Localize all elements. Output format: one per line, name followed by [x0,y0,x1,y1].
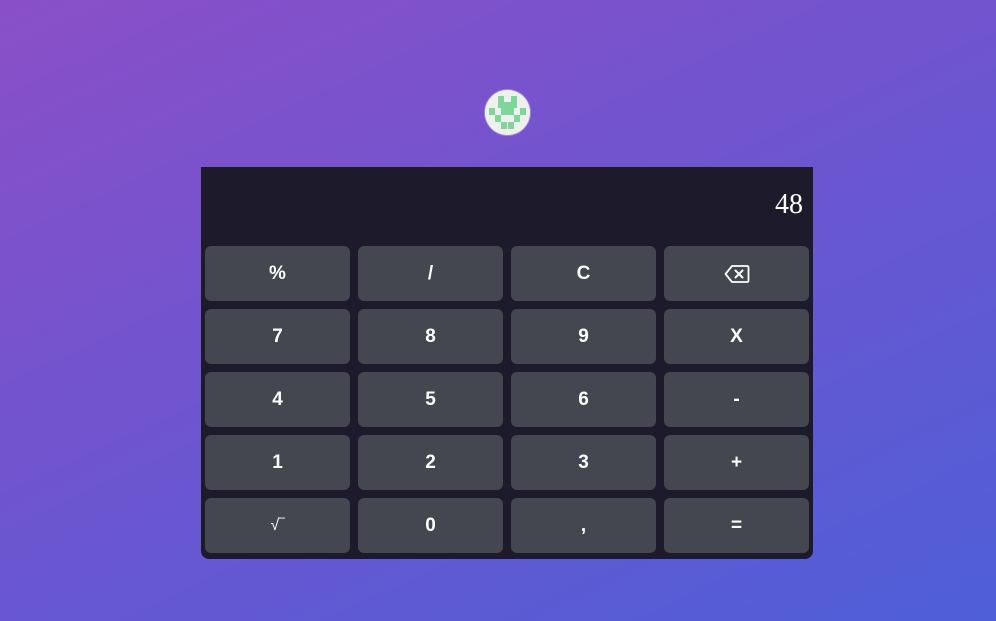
key-label: , [580,514,587,536]
clear-key[interactable]: C [511,246,656,301]
key-label: 5 [425,388,436,410]
key-label: / [427,262,434,284]
calculator: 48 % / C 7 8 9 X 4 5 6 - 1 2 3 + √‾ 0, = [201,167,813,559]
key-label: 7 [272,325,283,347]
digit-6-key[interactable]: 6 [511,372,656,427]
key-label: 9 [578,325,589,347]
decimal-key[interactable]: , [511,498,656,553]
digit-4-key[interactable]: 4 [205,372,350,427]
key-label: 8 [425,325,436,347]
key-label: 4 [272,388,283,410]
key-label: - [733,388,740,410]
subtract-key[interactable]: - [664,372,809,427]
digit-7-key[interactable]: 7 [205,309,350,364]
keypad: % / C 7 8 9 X 4 5 6 - 1 2 3 + √‾ 0, = [205,246,809,553]
calculator-display: 48 [775,189,803,220]
digit-1-key[interactable]: 1 [205,435,350,490]
key-label: % [269,262,286,284]
multiply-key[interactable]: X [664,309,809,364]
sqrt-key[interactable]: √‾ [205,498,350,553]
digit-8-key[interactable]: 8 [358,309,503,364]
key-label: 1 [272,451,283,473]
digit-5-key[interactable]: 5 [358,372,503,427]
key-label: 0 [425,514,436,536]
key-label: √‾ [270,516,285,534]
key-label: X [730,325,743,347]
key-label: + [730,451,743,473]
backspace-icon [724,264,749,283]
digit-2-key[interactable]: 2 [358,435,503,490]
digit-0-key[interactable]: 0 [358,498,503,553]
avatar [485,90,530,135]
percent-key[interactable]: % [205,246,350,301]
digit-3-key[interactable]: 3 [511,435,656,490]
backspace-key[interactable] [664,246,809,301]
equals-key[interactable]: = [664,498,809,553]
key-label: 3 [578,451,589,473]
digit-9-key[interactable]: 9 [511,309,656,364]
key-label: = [730,514,743,536]
key-label: C [576,262,591,284]
key-label: 2 [425,451,436,473]
identicon-icon [485,90,530,135]
key-label: 6 [578,388,589,410]
divide-key[interactable]: / [358,246,503,301]
add-key[interactable]: + [664,435,809,490]
